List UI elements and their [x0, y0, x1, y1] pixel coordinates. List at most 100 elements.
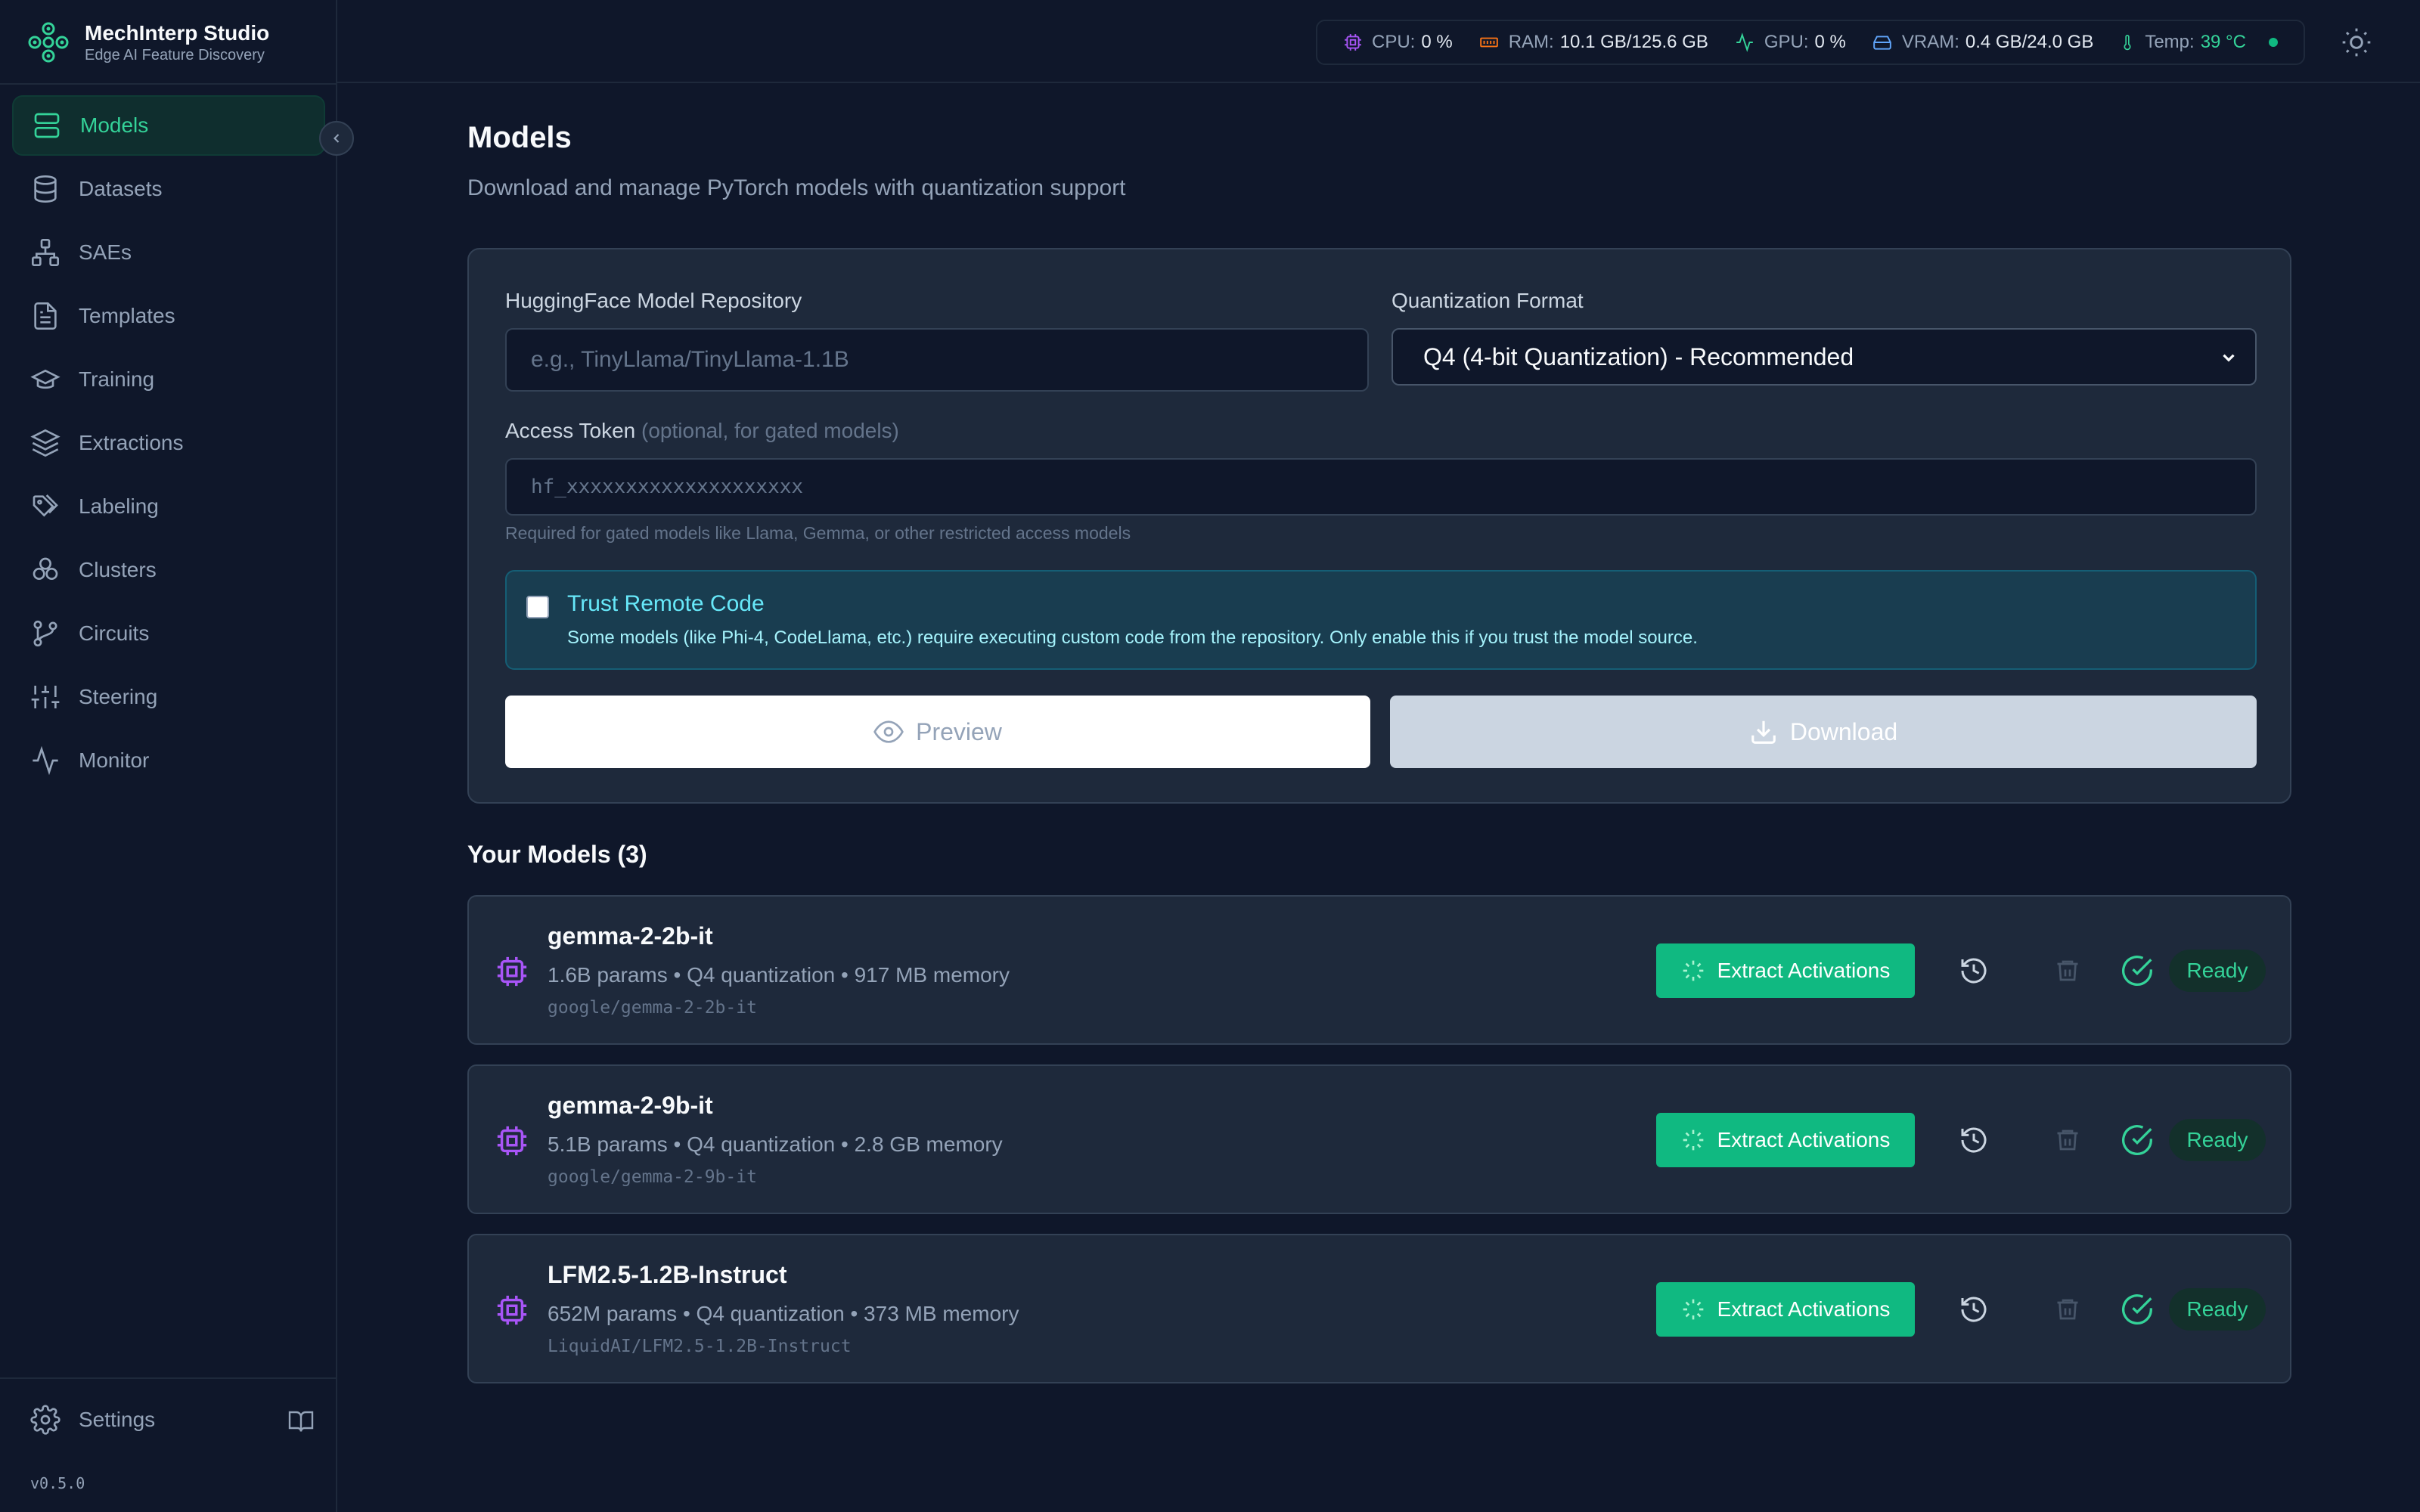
- sidebar-item-monitor[interactable]: Monitor: [12, 730, 325, 791]
- gpu-stat: GPU: 0 %: [1734, 32, 1846, 53]
- extract-activations-button[interactable]: Extract Activations: [1656, 1282, 1915, 1337]
- sliders-icon: [31, 686, 60, 708]
- file-text-icon: [34, 302, 57, 330]
- temp-stat: Temp: 39 °C: [2119, 32, 2278, 53]
- trash-icon[interactable]: [2054, 1296, 2081, 1323]
- divider: [0, 83, 337, 85]
- network-icon: [32, 239, 59, 266]
- preview-label: Preview: [916, 717, 1002, 745]
- activity-icon: [1736, 33, 1753, 52]
- trust-remote-code-checkbox[interactable]: [526, 596, 549, 618]
- sidebar-item-labeling[interactable]: Labeling: [12, 476, 325, 537]
- app-tagline: Edge AI Feature Discovery: [85, 47, 265, 64]
- sidebar-item-extractions[interactable]: Extractions: [12, 413, 325, 473]
- model-meta: 1.6B params • Q4 quantization • 917 MB m…: [548, 963, 1010, 987]
- token-hint: (optional, for gated models): [641, 419, 899, 442]
- thermometer-icon: [2124, 35, 2131, 51]
- sidebar-item-datasets[interactable]: Datasets: [12, 159, 325, 219]
- model-name: gemma-2-2b-it: [548, 922, 713, 950]
- vram-label: VRAM:: [1901, 32, 1959, 52]
- server-icon: [34, 113, 60, 138]
- token-help: Required for gated models like Llama, Ge…: [505, 523, 1131, 543]
- trash-icon[interactable]: [2054, 1126, 2081, 1154]
- extract-label: Extract Activations: [1717, 1297, 1891, 1321]
- book-open-icon[interactable]: [287, 1408, 315, 1435]
- sidebar-item-models[interactable]: Models: [12, 95, 325, 156]
- trust-remote-code-panel: Trust Remote Code Some models (like Phi-…: [505, 570, 2257, 670]
- gpu-label: GPU:: [1764, 32, 1809, 52]
- database-icon: [34, 175, 57, 203]
- status-badge: Ready: [2169, 1119, 2266, 1161]
- repo-input[interactable]: [505, 328, 1369, 392]
- activity-icon: [33, 745, 58, 776]
- vram-stat: VRAM: 0.4 GB/24.0 GB: [1872, 32, 2093, 53]
- app-version: v0.5.0: [30, 1474, 85, 1492]
- settings-label: Settings: [79, 1408, 156, 1431]
- brand[interactable]: MechInterp Studio Edge AI Feature Discov…: [27, 21, 269, 64]
- cpu-label: CPU:: [1372, 32, 1416, 52]
- clusters-icon: [33, 557, 58, 580]
- sidebar-item-circuits[interactable]: Circuits: [12, 603, 325, 664]
- check-circle-icon: [2122, 1125, 2152, 1155]
- chevron-left-icon: [334, 134, 340, 143]
- cpu-icon: [497, 1126, 527, 1156]
- collapse-sidebar-button[interactable]: [319, 121, 354, 156]
- sun-icon[interactable]: [2340, 26, 2373, 59]
- download-icon: [1751, 720, 1776, 744]
- sidebar-item-label: SAEs: [79, 240, 132, 264]
- model-card: gemma-2-2b-it 1.6B params • Q4 quantizat…: [467, 895, 2291, 1045]
- extract-label: Extract Activations: [1717, 1128, 1891, 1151]
- status-dot: [2268, 38, 2278, 47]
- sidebar-item-label: Templates: [79, 304, 175, 327]
- page-title: Models: [467, 121, 572, 154]
- sidebar-item-label: Models: [80, 113, 149, 137]
- extract-activations-button[interactable]: Extract Activations: [1656, 943, 1915, 998]
- cpu-icon: [497, 1295, 527, 1325]
- model-repo: LiquidAI/LFM2.5-1.2B-Instruct: [548, 1337, 852, 1356]
- divider: [0, 1377, 337, 1379]
- system-stats: CPU: 0 % RAM: 10.1 GB/125.6 GB GPU: 0 % …: [1316, 20, 2305, 65]
- sidebar-item-label: Datasets: [79, 177, 163, 200]
- trash-icon[interactable]: [2054, 957, 2081, 984]
- sidebar-item-label: Training: [79, 367, 155, 391]
- ram-value: 10.1 GB/125.6 GB: [1559, 32, 1708, 52]
- cpu-value: 0 %: [1421, 32, 1453, 52]
- preview-button[interactable]: Preview: [505, 696, 1370, 768]
- sidebar-item-saes[interactable]: SAEs: [12, 222, 325, 283]
- sidebar-item-settings[interactable]: Settings: [30, 1405, 155, 1435]
- model-card: LFM2.5-1.2B-Instruct 652M params • Q4 qu…: [467, 1234, 2291, 1383]
- repo-label: HuggingFace Model Repository: [505, 289, 802, 312]
- loader-icon: [1683, 960, 1703, 981]
- extract-activations-button[interactable]: Extract Activations: [1656, 1113, 1915, 1167]
- access-token-input[interactable]: [505, 458, 2257, 516]
- sidebar-item-templates[interactable]: Templates: [12, 286, 325, 346]
- download-label: Download: [1789, 717, 1898, 745]
- sidebar-item-training[interactable]: Training: [12, 349, 325, 410]
- quantization-select[interactable]: Q4 (4-bit Quantization) - Recommended: [1392, 328, 2257, 386]
- check-circle-icon: [2122, 956, 2152, 986]
- model-card: gemma-2-9b-it 5.1B params • Q4 quantizat…: [467, 1064, 2291, 1214]
- model-repo: google/gemma-2-2b-it: [548, 998, 757, 1018]
- trust-title: Trust Remote Code: [567, 591, 765, 616]
- history-icon[interactable]: [1959, 1125, 1989, 1155]
- tags-icon: [33, 494, 58, 517]
- history-icon[interactable]: [1959, 1294, 1989, 1325]
- sidebar-item-label: Circuits: [79, 621, 150, 645]
- temp-label: Temp:: [2145, 32, 2195, 52]
- sidebar-item-steering[interactable]: Steering: [12, 667, 325, 727]
- sidebar-item-label: Extractions: [79, 431, 184, 454]
- gpu-value: 0 %: [1814, 32, 1846, 52]
- cpu-icon: [497, 956, 527, 987]
- loader-icon: [1683, 1299, 1703, 1320]
- download-button[interactable]: Download: [1390, 696, 2257, 768]
- sidebar-item-clusters[interactable]: Clusters: [12, 540, 325, 600]
- trust-description: Some models (like Phi-4, CodeLlama, etc.…: [567, 627, 1698, 648]
- status-badge: Ready: [2169, 950, 2266, 992]
- eye-icon: [873, 720, 904, 743]
- vram-value: 0.4 GB/24.0 GB: [1965, 32, 2094, 52]
- model-meta: 5.1B params • Q4 quantization • 2.8 GB m…: [548, 1132, 1003, 1156]
- layers-icon: [30, 429, 60, 457]
- check-circle-icon: [2122, 1294, 2152, 1325]
- history-icon[interactable]: [1959, 956, 1989, 986]
- app-name: MechInterp Studio: [85, 21, 270, 45]
